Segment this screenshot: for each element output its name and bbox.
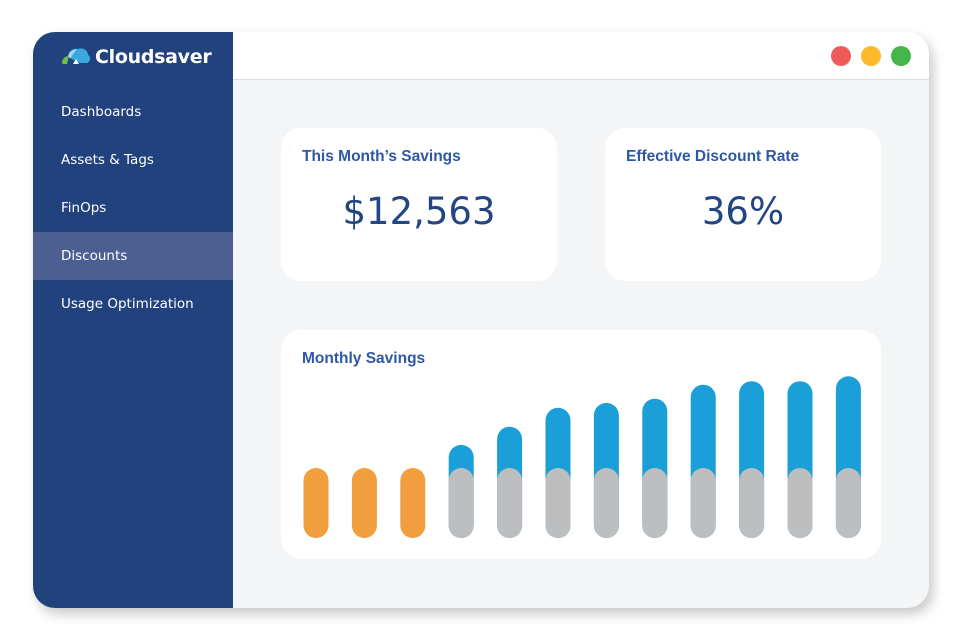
sidebar-item-dashboards[interactable]: Dashboards [33, 88, 233, 136]
baseline-bar [739, 468, 765, 538]
baseline-bar [835, 468, 861, 538]
monthly-savings-chart-card: Monthly Savings [281, 330, 881, 559]
monthly-savings-chart [303, 376, 861, 538]
sidebar-item-discounts[interactable]: Discounts [33, 232, 233, 280]
top-bar [233, 32, 929, 80]
brand-logo[interactable]: Cloudsaver [60, 44, 212, 70]
sidebar: Cloudsaver Dashboards Assets & Tags FinO… [33, 32, 233, 608]
main-content: This Month’s Savings $12,563 Effective D… [233, 32, 929, 608]
discount-rate-card: Effective Discount Rate 36% [605, 128, 881, 281]
baseline-bar [690, 468, 716, 538]
sidebar-item-finops[interactable]: FinOps [33, 184, 233, 232]
sidebar-item-label: FinOps [61, 200, 107, 216]
baseline-bar [545, 468, 571, 538]
baseline-bar [593, 468, 619, 538]
card-title: This Month’s Savings [302, 148, 461, 165]
sidebar-item-assets-tags[interactable]: Assets & Tags [33, 136, 233, 184]
sidebar-item-label: Usage Optimization [61, 296, 194, 312]
savings-value: $12,563 [342, 190, 496, 233]
pre-savings-bar [400, 468, 426, 538]
sidebar-item-label: Discounts [61, 248, 128, 264]
brand-name: Cloudsaver [95, 46, 212, 68]
discount-rate-value: 36% [701, 190, 785, 233]
monthly-savings-card: This Month’s Savings $12,563 [281, 128, 557, 281]
sidebar-item-usage-optimization[interactable]: Usage Optimization [33, 280, 233, 328]
baseline-bar [787, 468, 813, 538]
sidebar-nav: Dashboards Assets & Tags FinOps Discount… [33, 88, 233, 328]
app-window: Cloudsaver Dashboards Assets & Tags FinO… [33, 32, 929, 608]
sidebar-item-label: Dashboards [61, 104, 142, 120]
cloud-logo-icon [62, 48, 91, 64]
card-title: Effective Discount Rate [626, 148, 800, 165]
pre-savings-bar [351, 468, 377, 538]
minimize-window-button[interactable] [861, 46, 881, 66]
close-window-button[interactable] [831, 46, 851, 66]
baseline-bar [448, 468, 474, 538]
baseline-bar [497, 468, 523, 538]
pre-savings-bar [303, 468, 329, 538]
maximize-window-button[interactable] [891, 46, 911, 66]
window-controls [831, 46, 911, 66]
baseline-bar [642, 468, 668, 538]
sidebar-item-label: Assets & Tags [61, 152, 154, 168]
